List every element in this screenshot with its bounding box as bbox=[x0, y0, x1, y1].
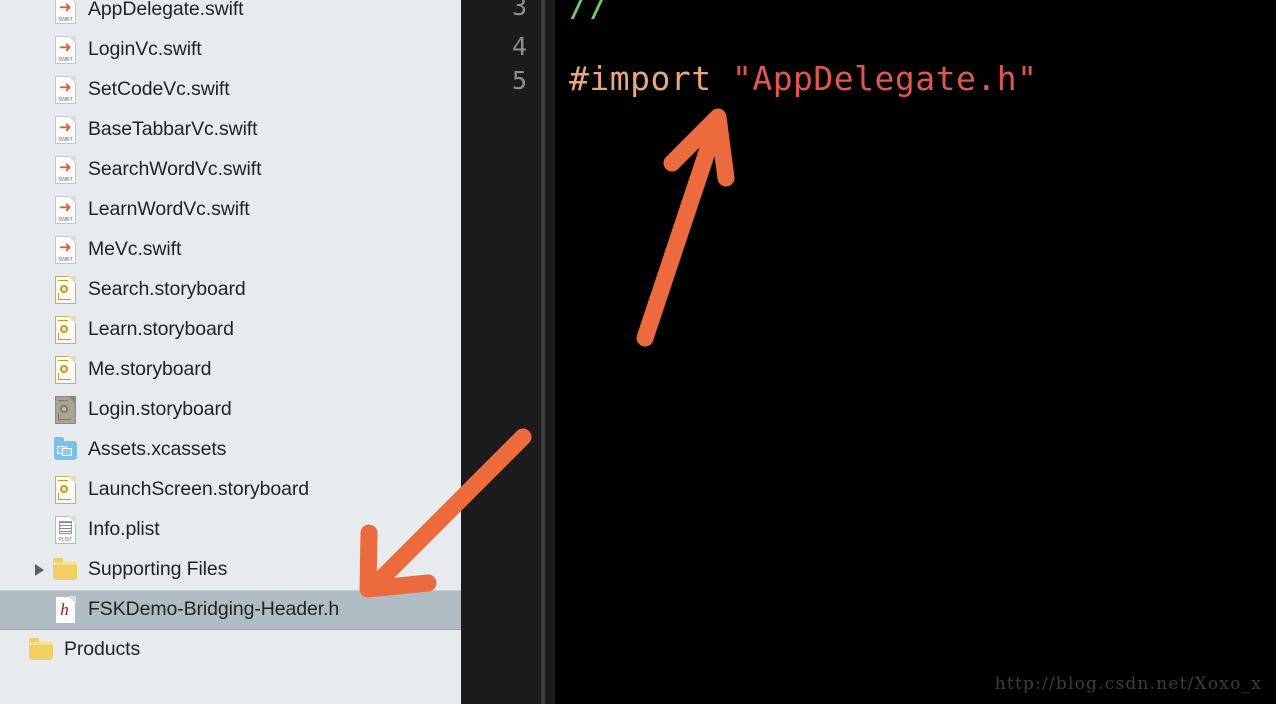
code-token-preproc: #import bbox=[569, 59, 732, 98]
line-number: 3 bbox=[511, 0, 527, 21]
xcassets-folder-icon bbox=[52, 435, 78, 465]
swift-file-icon: ➜ SWIFT bbox=[52, 155, 78, 185]
file-row[interactable]: Products bbox=[0, 630, 461, 670]
storyboard-file-icon bbox=[52, 275, 78, 305]
file-row[interactable]: Search.storyboard bbox=[0, 270, 461, 310]
code-line[interactable]: // bbox=[569, 0, 610, 21]
plist-file-icon: PLIST bbox=[52, 515, 78, 545]
file-name-label: MeVc.swift bbox=[88, 238, 182, 261]
file-row[interactable]: Me.storyboard bbox=[0, 350, 461, 390]
file-row[interactable]: ➜ SWIFT LearnWordVc.swift bbox=[0, 190, 461, 230]
storyboard-file-icon bbox=[52, 395, 78, 425]
storyboard-file-icon bbox=[52, 475, 78, 505]
line-number: 5 bbox=[511, 66, 527, 95]
project-navigator[interactable]: ➜ SWIFT AppDelegate.swift ➜ SWIFT LoginVc.swi… bbox=[0, 0, 461, 704]
file-name-label: AppDelegate.swift bbox=[88, 0, 244, 21]
swift-file-icon: ➜ SWIFT bbox=[52, 0, 78, 25]
file-name-label: LoginVc.swift bbox=[88, 38, 202, 61]
source-editor[interactable]: 3 4 5 // #import "AppDelegate.h" http://blo… bbox=[461, 0, 1276, 704]
code-token-string: "AppDelegate.h" bbox=[731, 59, 1038, 98]
line-number: 4 bbox=[511, 32, 527, 61]
file-row[interactable]: Learn.storyboard bbox=[0, 310, 461, 350]
file-row[interactable]: PLIST Info.plist bbox=[0, 510, 461, 550]
watermark-url: http://blog.csdn.net/Xoxo_x bbox=[994, 674, 1262, 694]
file-row[interactable]: ➜ SWIFT MeVc.swift bbox=[0, 230, 461, 270]
file-row[interactable]: LaunchScreen.storyboard bbox=[0, 470, 461, 510]
swift-file-icon: ➜ SWIFT bbox=[52, 75, 78, 105]
line-number-gutter: 3 4 5 bbox=[461, 0, 541, 704]
file-row[interactable]: Supporting Files bbox=[0, 550, 461, 590]
file-row[interactable]: Assets.xcassets bbox=[0, 430, 461, 470]
file-row[interactable]: ➜ SWIFT AppDelegate.swift bbox=[0, 0, 461, 30]
file-name-label: Products bbox=[64, 638, 141, 661]
file-name-label: Login.storyboard bbox=[88, 398, 232, 421]
storyboard-file-icon bbox=[52, 315, 78, 345]
swift-file-icon: ➜ SWIFT bbox=[52, 35, 78, 65]
folder-icon bbox=[52, 555, 78, 585]
file-name-label: Learn.storyboard bbox=[88, 318, 234, 341]
storyboard-file-icon bbox=[52, 355, 78, 385]
code-token-comment: // bbox=[569, 0, 610, 24]
file-row[interactable]: ➜ SWIFT SetCodeVc.swift bbox=[0, 70, 461, 110]
file-name-label: SearchWordVc.swift bbox=[88, 158, 262, 181]
swift-file-icon: ➜ SWIFT bbox=[52, 235, 78, 265]
file-row[interactable]: ➜ SWIFT BaseTabbarVc.swift bbox=[0, 110, 461, 150]
file-name-label: LaunchScreen.storyboard bbox=[88, 478, 310, 501]
file-row[interactable]: Login.storyboard bbox=[0, 390, 461, 430]
file-row[interactable]: ➜ SWIFT SearchWordVc.swift bbox=[0, 150, 461, 190]
file-row-selected[interactable]: h FSKDemo-Bridging-Header.h bbox=[0, 590, 461, 630]
file-name-label: LearnWordVc.swift bbox=[88, 198, 250, 221]
project-file-list: ➜ SWIFT AppDelegate.swift ➜ SWIFT LoginVc.swi… bbox=[0, 0, 461, 670]
code-line[interactable]: #import "AppDelegate.h" bbox=[569, 62, 1037, 95]
file-name-label: Assets.xcassets bbox=[88, 438, 227, 461]
file-row[interactable]: ➜ SWIFT LoginVc.swift bbox=[0, 30, 461, 70]
file-name-label: Info.plist bbox=[88, 518, 160, 541]
header-file-icon: h bbox=[52, 595, 78, 625]
file-name-label: SetCodeVc.swift bbox=[88, 78, 230, 101]
gutter-padding bbox=[545, 0, 555, 704]
file-name-label: FSKDemo-Bridging-Header.h bbox=[88, 598, 340, 621]
swift-file-icon: ➜ SWIFT bbox=[52, 195, 78, 225]
folder-icon bbox=[28, 635, 54, 665]
file-name-label: BaseTabbarVc.swift bbox=[88, 118, 258, 141]
file-name-label: Search.storyboard bbox=[88, 278, 246, 301]
xcode-window: ➜ SWIFT AppDelegate.swift ➜ SWIFT LoginVc.swi… bbox=[0, 0, 1276, 704]
file-name-label: Me.storyboard bbox=[88, 358, 212, 381]
disclosure-triangle-icon[interactable] bbox=[32, 562, 48, 578]
swift-file-icon: ➜ SWIFT bbox=[52, 115, 78, 145]
file-name-label: Supporting Files bbox=[88, 558, 228, 581]
